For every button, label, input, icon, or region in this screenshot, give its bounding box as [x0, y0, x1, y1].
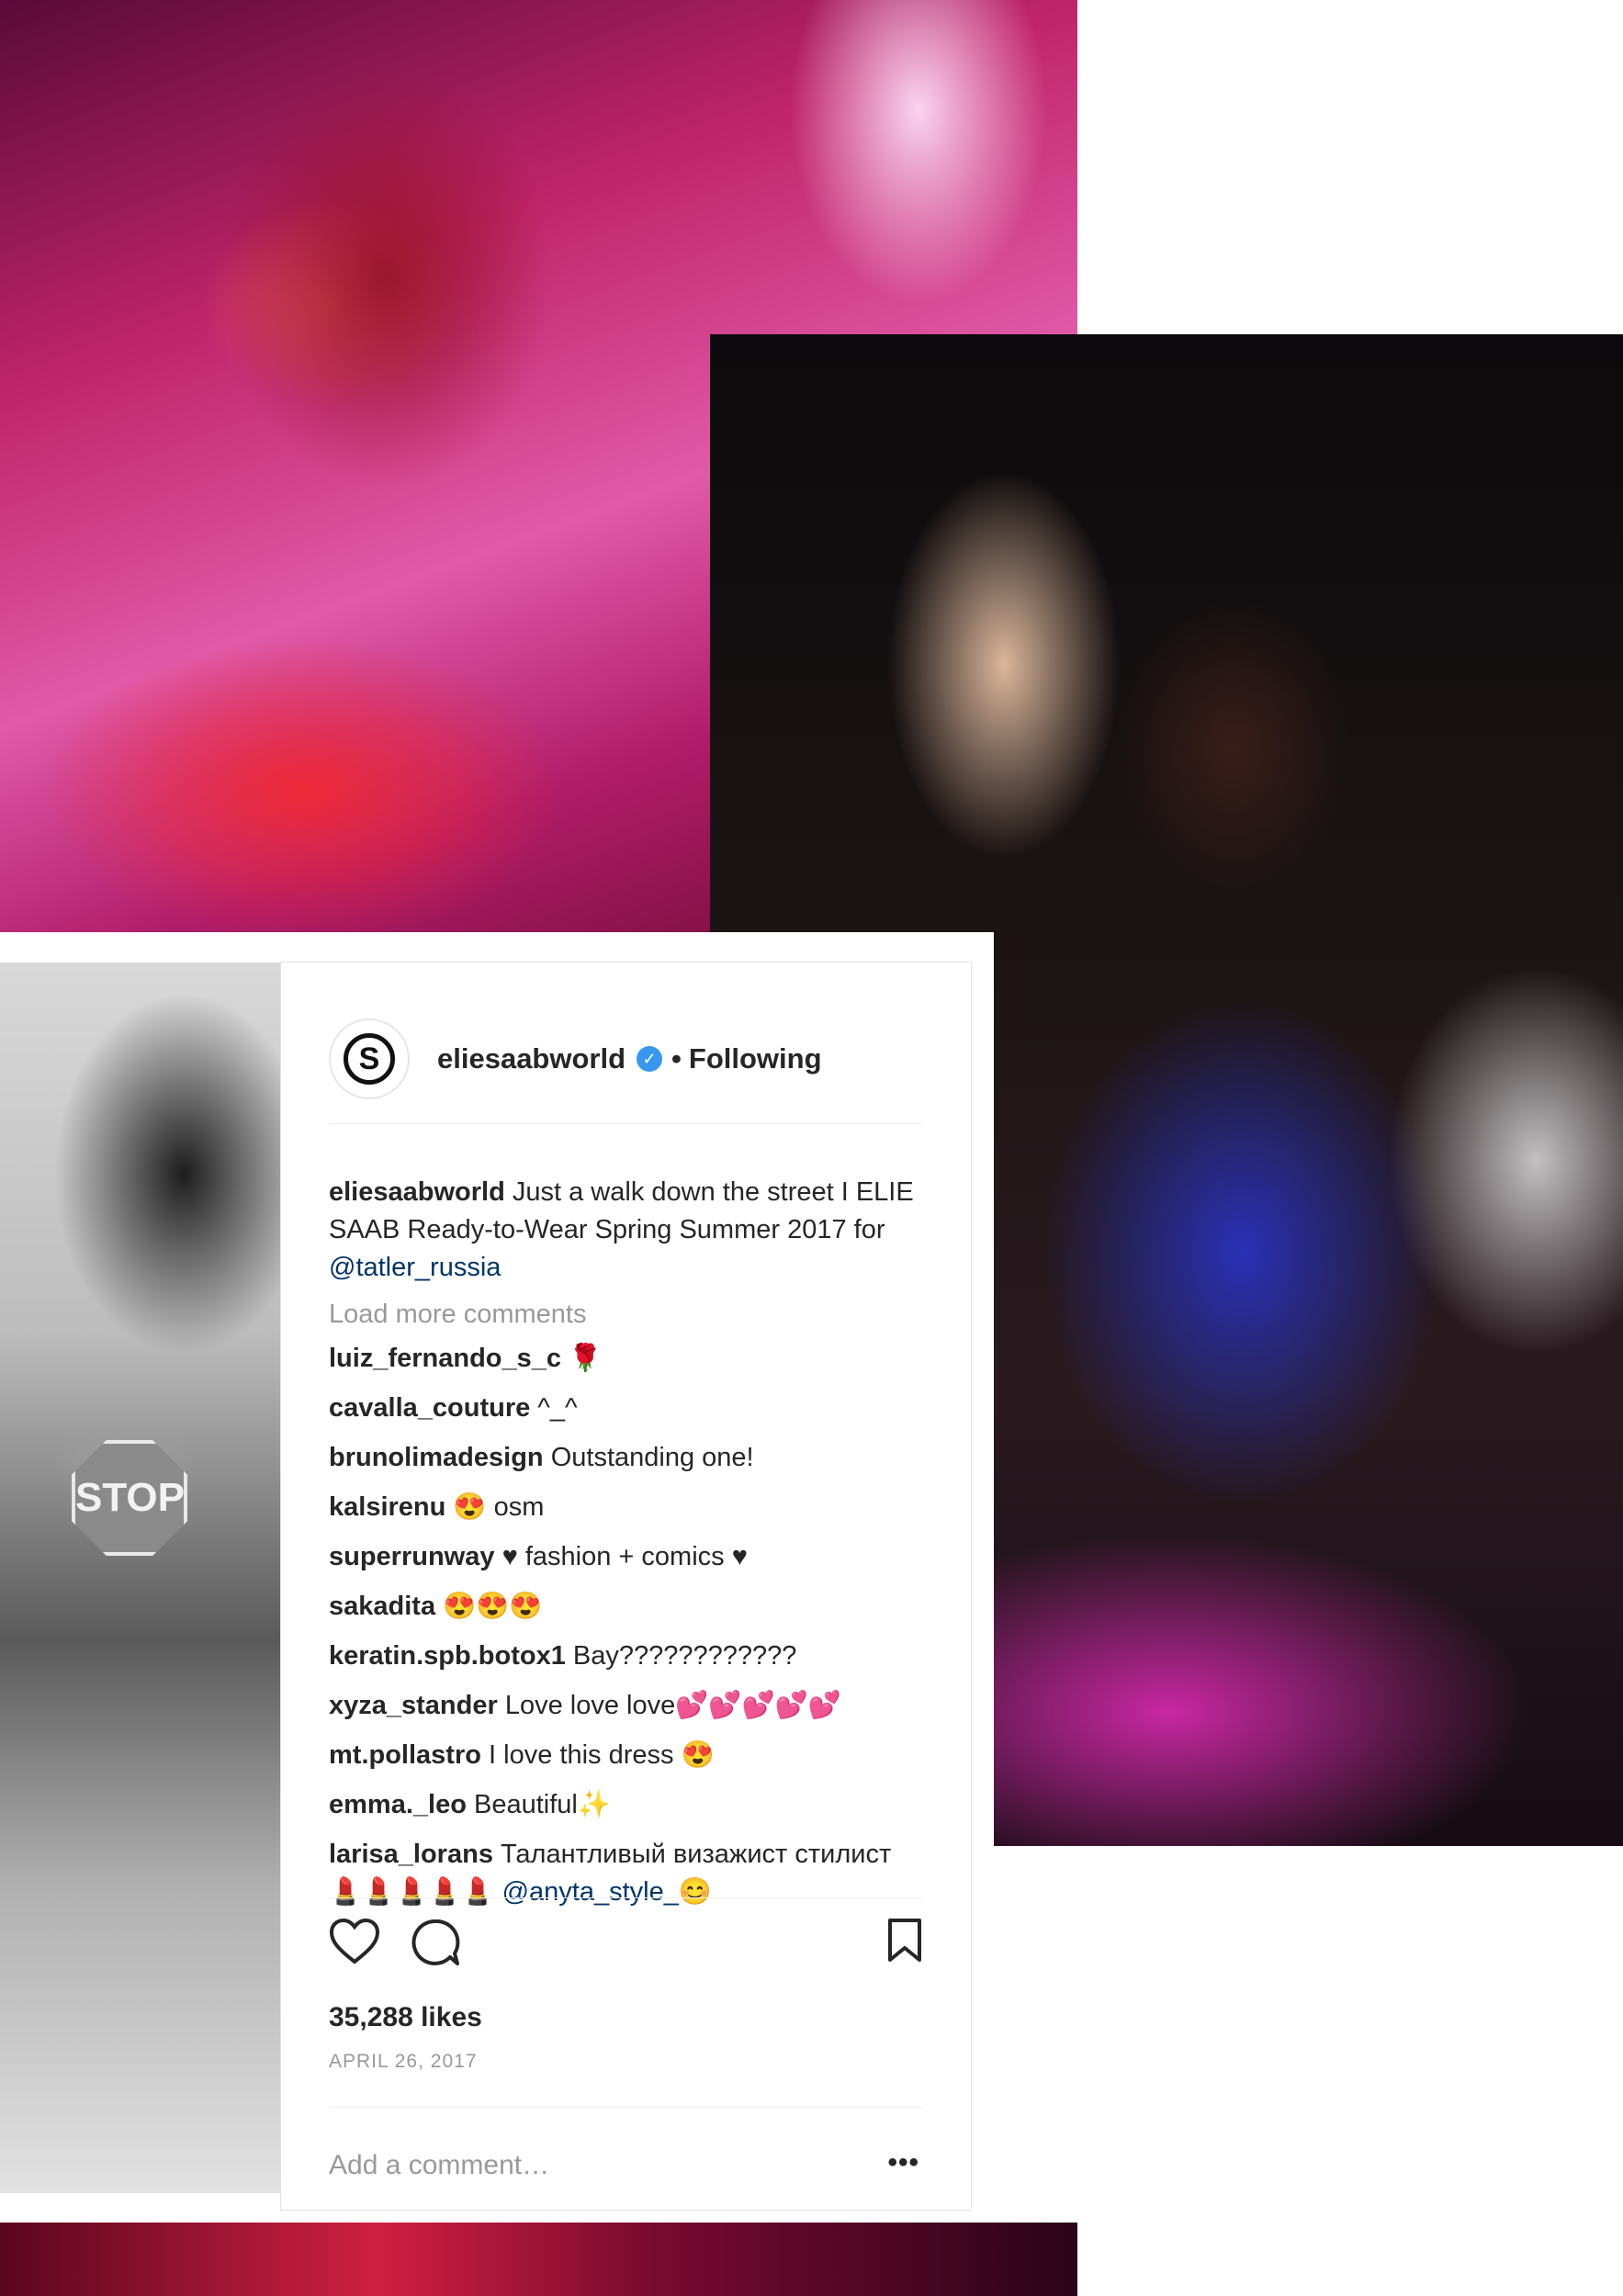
- more-options-icon[interactable]: •••: [887, 2147, 919, 2178]
- actions-divider: [329, 1897, 923, 1898]
- following-button[interactable]: Following: [689, 1042, 822, 1075]
- caption-username[interactable]: eliesaabworld: [329, 1177, 505, 1207]
- verified-badge-icon: ✓: [637, 1046, 663, 1072]
- post-caption: eliesaabworld Just a walk down the stree…: [329, 1174, 917, 1287]
- separator-dot: •: [671, 1042, 682, 1075]
- bookmark-icon[interactable]: [886, 1918, 923, 1968]
- comment-item: larisa_lorans Талантливый визажист стили…: [329, 1836, 917, 1911]
- load-more-comments-link[interactable]: Load more comments: [329, 1296, 917, 1333]
- comment-text: ^_^: [537, 1393, 578, 1423]
- comment-username[interactable]: xyza_stander: [329, 1691, 498, 1720]
- comment-text: Bay????????????: [572, 1641, 797, 1671]
- add-comment-input[interactable]: Add a comment…: [329, 2150, 549, 2181]
- comment-text: Beautiful✨: [473, 1790, 611, 1819]
- post-username[interactable]: eliesaabworld: [437, 1042, 626, 1075]
- comment-mention[interactable]: @anyta_style_😊: [502, 1877, 712, 1907]
- instagram-post-card: STOP S eliesaabworld ✓ • Following elies…: [0, 932, 994, 2223]
- comment-input-divider: [329, 2107, 923, 2108]
- comment-text: Outstanding one!: [550, 1443, 754, 1472]
- comment-item: emma._leo Beautiful✨: [329, 1786, 917, 1824]
- heart-icon[interactable]: [329, 1918, 380, 1970]
- comment-username[interactable]: emma._leo: [329, 1790, 467, 1819]
- comment-username[interactable]: kalsirenu: [329, 1492, 445, 1522]
- comment-item: xyza_stander Love love love💕💕💕💕💕: [329, 1687, 917, 1725]
- comment-item: mt.pollastro I love this dress 😍: [329, 1737, 917, 1774]
- comment-username[interactable]: brunolimadesign: [329, 1443, 544, 1472]
- comment-item: cavalla_couture ^_^: [329, 1390, 917, 1427]
- comment-username[interactable]: cavalla_couture: [329, 1393, 530, 1423]
- comment-item: luiz_fernando_s_c 🌹: [329, 1340, 917, 1378]
- comment-text: 😍 osm: [453, 1492, 545, 1522]
- post-actions: [329, 1918, 923, 1973]
- comment-username[interactable]: sakadita: [329, 1592, 435, 1621]
- avatar-logo: S: [344, 1033, 395, 1085]
- post-date: APRIL 26, 2017: [329, 2051, 478, 2072]
- comment-item: kalsirenu 😍 osm: [329, 1489, 917, 1526]
- comment-username[interactable]: luiz_fernando_s_c: [329, 1344, 561, 1373]
- comment-text: 😍😍😍: [443, 1592, 543, 1621]
- comment-username[interactable]: superrunway: [329, 1542, 495, 1571]
- comment-item: keratin.spb.botox1 Bay????????????: [329, 1638, 917, 1675]
- street-photo: STOP: [0, 962, 280, 2193]
- comment-item: superrunway ♥ fashion + comics ♥: [329, 1538, 917, 1576]
- likes-count[interactable]: 35,288 likes: [329, 2002, 482, 2033]
- comment-text: ♥ fashion + comics ♥: [502, 1542, 748, 1571]
- disco-photo-bottom-strip: [0, 2223, 1077, 2296]
- comment-username[interactable]: larisa_lorans: [329, 1840, 493, 1869]
- comment-icon[interactable]: [410, 1918, 461, 1972]
- avatar[interactable]: S: [329, 1019, 410, 1099]
- header-divider: [329, 1123, 923, 1124]
- comment-text: I love this dress 😍: [489, 1740, 715, 1770]
- comment-item: brunolimadesign Outstanding one!: [329, 1439, 917, 1477]
- comment-username[interactable]: keratin.spb.botox1: [329, 1641, 566, 1671]
- stop-sign: STOP: [72, 1440, 187, 1556]
- comment-text: 🌹: [569, 1344, 603, 1373]
- comment-text: Love love love💕💕💕💕💕: [504, 1691, 841, 1720]
- caption-mention[interactable]: @tatler_russia: [329, 1253, 501, 1282]
- comment-list: eliesaabworld Just a walk down the stree…: [329, 1174, 917, 1923]
- post-header: S eliesaabworld ✓ • Following: [329, 1018, 923, 1100]
- comment-username[interactable]: mt.pollastro: [329, 1740, 481, 1770]
- post-sidebar: S eliesaabworld ✓ • Following eliesaabwo…: [280, 962, 972, 2211]
- comment-item: sakadita 😍😍😍: [329, 1588, 917, 1626]
